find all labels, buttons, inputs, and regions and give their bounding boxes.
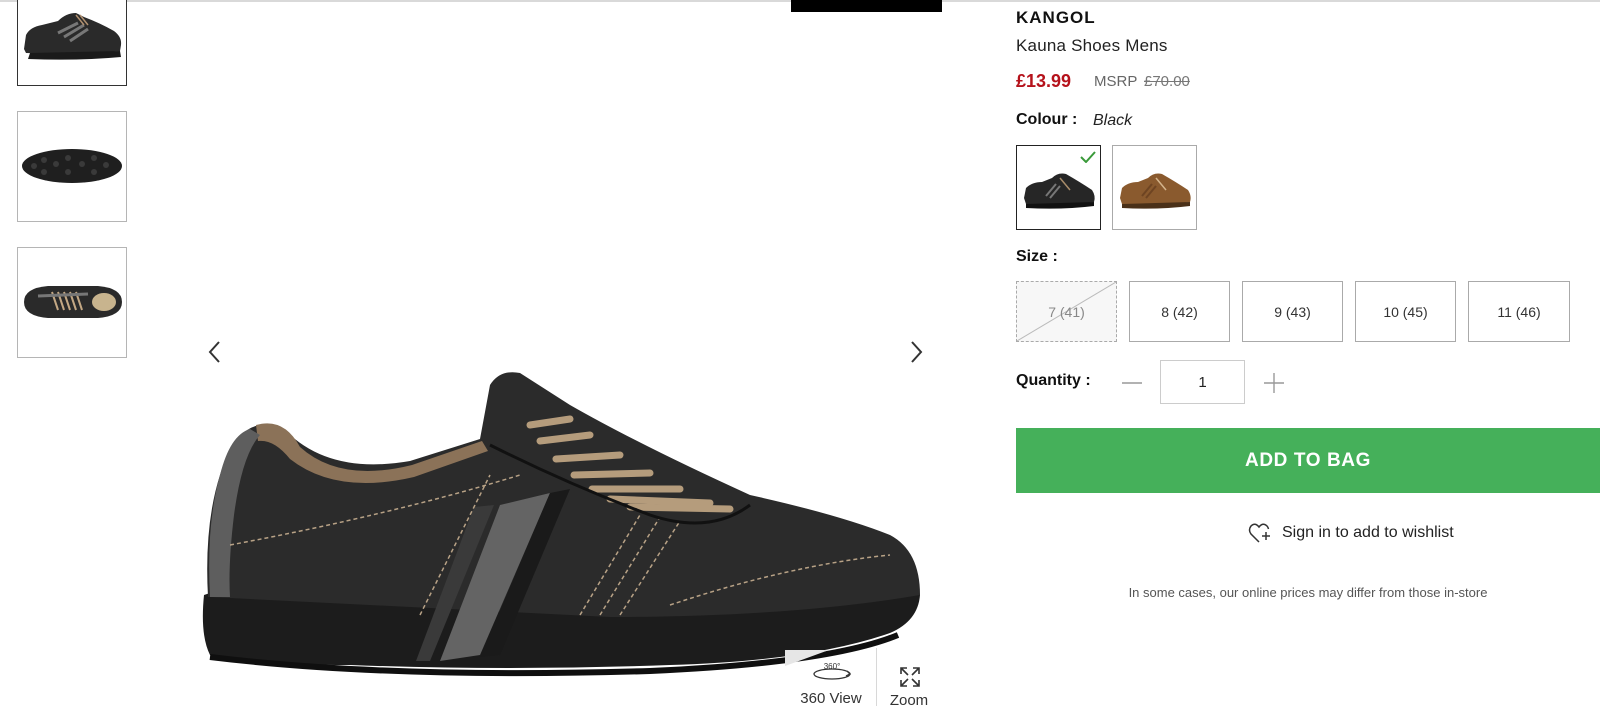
toolbar-divider (876, 648, 877, 706)
view-360-button[interactable]: 360° 360 View (784, 650, 878, 706)
product-title: Kauna Shoes Mens (1016, 36, 1168, 55)
sale-price: £13.99 (1016, 71, 1072, 91)
rotate-360-icon: 360° (813, 662, 852, 680)
black-shoe-swatch-image (1024, 173, 1095, 209)
colour-swatch-brown[interactable] (1112, 145, 1197, 230)
size-option-11[interactable]: 11 (46) (1468, 281, 1570, 342)
shoe-top-thumbnail-image (24, 286, 122, 318)
size-option-label: 10 (45) (1383, 303, 1428, 320)
view-360-label: 360 View (800, 690, 862, 706)
size-option-label: 8 (42) (1161, 303, 1198, 320)
size-option-label: 11 (46) (1497, 303, 1541, 320)
brown-shoe-swatch-image (1120, 173, 1191, 209)
thumbnail-top-view[interactable] (17, 247, 127, 358)
quantity-label: Quantity : (1016, 372, 1091, 389)
expand-icon (900, 667, 920, 687)
quantity-input[interactable] (1160, 360, 1245, 404)
msrp-label: MSRP (1094, 73, 1138, 90)
add-to-bag-button[interactable]: ADD TO BAG (1016, 428, 1600, 493)
size-option-9[interactable]: 9 (43) (1242, 281, 1343, 342)
brand-name[interactable]: KANGOL (1016, 8, 1096, 28)
zoom-button[interactable]: Zoom (884, 662, 934, 706)
size-option-label: 7 (41) (1048, 303, 1085, 320)
wishlist-link[interactable]: Sign in to add to wishlist (1248, 520, 1454, 546)
plus-icon[interactable] (1262, 371, 1286, 395)
size-option-8[interactable]: 8 (42) (1129, 281, 1230, 342)
colour-swatch-black[interactable] (1016, 145, 1101, 230)
minus-icon[interactable] (1120, 371, 1144, 395)
msrp-price: £70.00 (1144, 73, 1190, 90)
selected-colour: Black (1093, 112, 1133, 129)
thumbnail-sole-view[interactable] (17, 111, 127, 222)
shoe-sole-thumbnail-image (22, 149, 122, 183)
thumbnail-side-view[interactable] (17, 0, 127, 86)
svg-text:360°: 360° (824, 662, 841, 671)
checkmark-icon (1080, 151, 1096, 163)
colour-label: Colour : (1016, 111, 1078, 128)
price-disclaimer: In some cases, our online prices may dif… (1128, 585, 1488, 600)
size-label: Size : (1016, 248, 1058, 265)
size-option-7-unavailable[interactable]: 7 (41) (1016, 281, 1117, 342)
size-option-10[interactable]: 10 (45) (1355, 281, 1456, 342)
size-option-label: 9 (43) (1274, 303, 1311, 320)
zoom-label: Zoom (889, 692, 929, 706)
shoe-side-thumbnail-image (24, 13, 122, 60)
heart-plus-icon (1248, 523, 1270, 543)
wishlist-label: Sign in to add to wishlist (1282, 524, 1454, 541)
image-banner-bar (791, 0, 942, 12)
